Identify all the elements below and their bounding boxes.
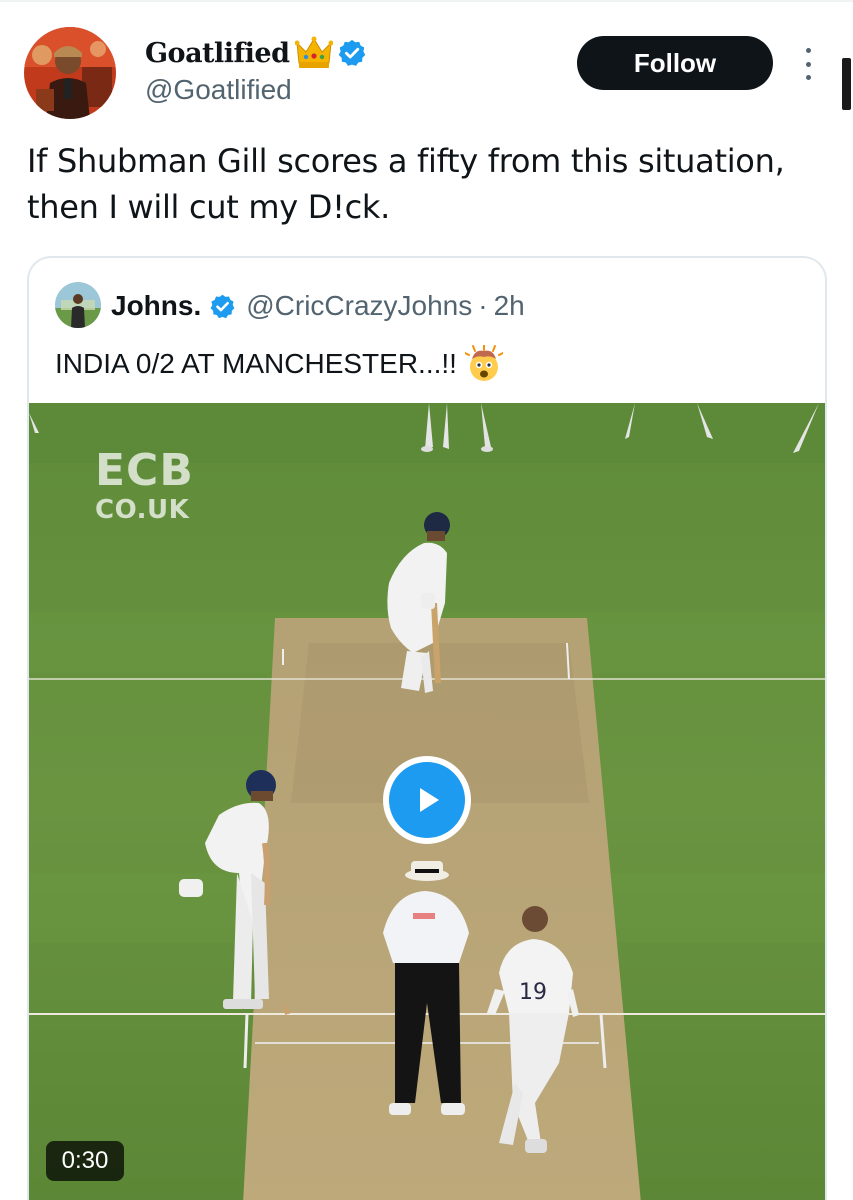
quoted-tweet-header: Johns. @CricCrazyJohns · 2h <box>111 284 525 328</box>
play-button[interactable] <box>383 756 471 844</box>
quoted-tweet-card[interactable]: Johns. @CricCrazyJohns · 2h INDIA 0/2 AT… <box>27 256 827 1200</box>
quoted-display-name[interactable]: Johns. <box>111 290 201 322</box>
follow-button[interactable]: Follow <box>577 36 773 90</box>
author-display-name[interactable]: Goatlified <box>145 38 290 69</box>
top-divider <box>0 0 853 2</box>
watermark-line-2: CO.UK <box>95 495 190 525</box>
quoted-handle[interactable]: @CricCrazyJohns <box>246 290 472 322</box>
author-handle[interactable]: @Goatlified <box>145 74 292 106</box>
quoted-tweet-text-row: INDIA 0/2 AT MANCHESTER...!! <box>55 342 504 386</box>
crown-emoji-icon <box>294 35 334 71</box>
video-duration: 0:30 <box>46 1141 124 1181</box>
author-avatar[interactable] <box>24 27 116 119</box>
tweet-text: If Shubman Gill scores a fifty from this… <box>27 142 785 226</box>
video-player[interactable]: 19 ECB CO.UK 0:30 <box>29 403 825 1200</box>
watermark-line-1: ECB <box>95 445 194 496</box>
quoted-timestamp[interactable]: 2h <box>494 290 525 322</box>
play-icon <box>389 762 465 838</box>
ecb-watermark: ECB CO.UK <box>95 445 194 525</box>
scrollbar-thumb[interactable] <box>842 58 851 110</box>
quoted-tweet-text: INDIA 0/2 AT MANCHESTER...!! <box>55 348 457 379</box>
author-name-row[interactable]: Goatlified <box>145 33 367 73</box>
quoted-author-avatar[interactable] <box>55 282 101 328</box>
avatar-image <box>24 27 116 119</box>
bowler-shirt-number: 19 <box>519 980 547 1005</box>
more-vertical-icon[interactable] <box>798 48 818 80</box>
verified-badge-icon[interactable] <box>337 38 367 68</box>
exploding-head-emoji-icon <box>463 344 504 383</box>
separator-dot: · <box>478 290 488 321</box>
verified-badge-icon[interactable] <box>209 293 236 320</box>
